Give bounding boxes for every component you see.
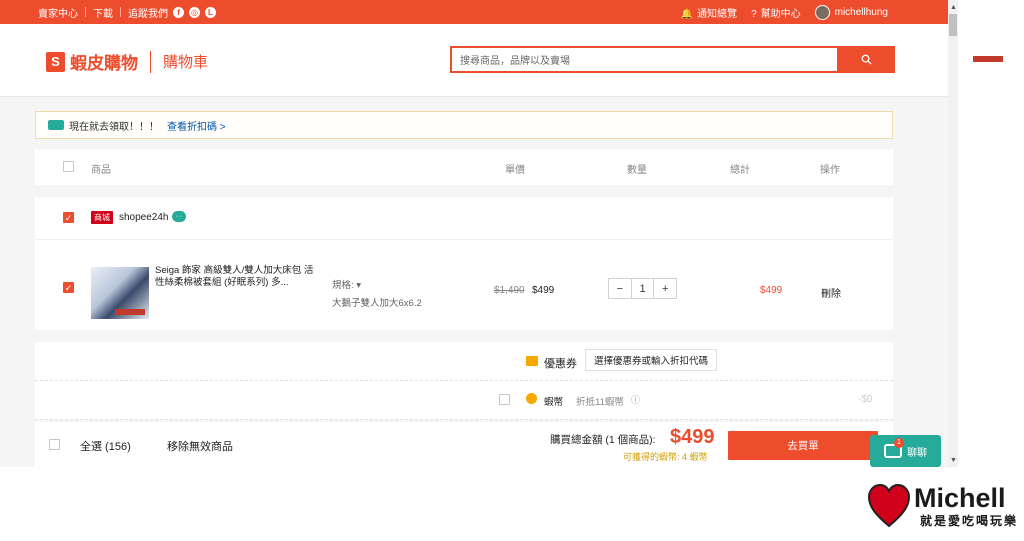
select-all-checkbox-top[interactable] (63, 161, 74, 172)
original-price: $1,490 (494, 285, 525, 296)
product-name[interactable]: Seiga 飾家 高級雙人/雙人加大床包 活性絲柔棉被套組 (好眠系列) 多..… (155, 265, 315, 289)
total-label: 購買總金額 (1 個商品): (550, 434, 656, 446)
line-icon[interactable]: L (205, 6, 216, 18)
divider (120, 7, 121, 17)
item-checkbox[interactable]: ✓ (63, 282, 74, 293)
top-navbar: 賣家中心 下載 追蹤我們 f ◎ L 🔔 通知總覽 ? 幫助中心 michellhu… (0, 0, 948, 24)
brand-name: 蝦皮購物 (70, 54, 138, 73)
avatar (814, 4, 830, 20)
scroll-up-icon[interactable]: ▲ (950, 4, 957, 11)
facebook-icon[interactable]: f (173, 6, 184, 18)
select-all-label[interactable]: 全選 (156) (80, 438, 131, 454)
chevron-down-icon: ▾ (356, 280, 362, 291)
quantity-stepper: − 1 + (608, 278, 677, 299)
variation-selector[interactable]: 規格: ▾ 大鵝子雙人加大6x6.2 (332, 277, 422, 309)
use-coins-checkbox[interactable] (499, 394, 510, 405)
logo[interactable]: S 蝦皮購物 購物車 (46, 49, 208, 74)
voucher-icon (526, 356, 538, 366)
cart-column-header: 商品 單價 數量 總計 操作 (35, 149, 893, 185)
product-image[interactable] (91, 267, 149, 319)
coins-row: 蝦幣 折抵11蝦幣 ⓘ -$0 (35, 381, 893, 420)
chat-badge: 1 (894, 438, 904, 448)
shop-name[interactable]: shopee24h (119, 212, 169, 223)
search-button[interactable] (837, 46, 895, 73)
promo-banner: 現在就去領取！！！ 查看折扣碼 > (35, 111, 893, 139)
watermark-tagline: 就是愛吃喝玩樂 (920, 514, 1019, 528)
unit-price: $499 (532, 285, 555, 296)
item-total: $499 (760, 285, 783, 296)
watermark: Michell 就是愛吃喝玩樂 (868, 484, 1018, 529)
bell-icon: 🔔 (680, 8, 694, 20)
chat-widget[interactable]: 1 聊聊 (870, 435, 941, 467)
help-icon: ? (751, 8, 757, 20)
search-icon (861, 54, 872, 65)
coin-icon (526, 393, 537, 404)
variation-label: 規格: (332, 280, 354, 291)
select-all-checkbox[interactable] (49, 439, 60, 450)
watermark-name: Michell (914, 483, 1006, 513)
shopee-bag-icon: S (46, 51, 65, 72)
checkout-bar: 全選 (156) 移除無效商品 購買總金額 (1 個商品): $499 可獲得的… (35, 422, 893, 467)
remove-invalid-button[interactable]: 移除無效商品 (167, 438, 233, 454)
search-input[interactable] (458, 51, 832, 71)
promo-text: 現在就去領取！！！ (69, 121, 159, 133)
username: michellhung (834, 6, 888, 18)
mall-badge: 商城 (91, 211, 113, 224)
coins-label: 蝦幣 (544, 397, 564, 408)
free-shipping-icon (48, 120, 64, 130)
seller-center-link[interactable]: 賣家中心 (38, 5, 78, 20)
shop-row: ✓ 商城 shopee24h ··· (35, 197, 893, 240)
view-discount-link[interactable]: 查看折扣碼 > (167, 118, 226, 133)
help-label: 幫助中心 (760, 8, 801, 20)
cart-main: 現在就去領取！！！ 查看折扣碼 > 商品 單價 數量 總計 操作 ✓ 商城 sh… (0, 97, 948, 467)
scroll-down-icon[interactable]: ▼ (950, 457, 957, 464)
column-total: 總計 (730, 165, 750, 176)
heart-logo-icon (868, 484, 910, 528)
help-link[interactable]: ? 幫助中心 (751, 5, 801, 20)
coins-amount: -$0 (858, 394, 873, 405)
total-amount: $499 (670, 426, 715, 448)
scroll-thumb[interactable] (949, 14, 1003, 62)
download-link[interactable]: 下載 (93, 5, 113, 20)
coins-earned: 可獲得的蝦幣: 4 蝦幣 (623, 452, 708, 462)
follow-us-label: 追蹤我們 (128, 8, 168, 20)
voucher-label: 優惠券 (544, 358, 577, 370)
divider (150, 50, 151, 73)
shop-chat-icon[interactable]: ··· (172, 211, 186, 222)
page-title: 購物車 (163, 54, 209, 71)
select-voucher-button[interactable]: 選擇優惠券或輸入折扣代碼 (585, 349, 718, 371)
divider (85, 7, 86, 17)
quantity-input[interactable]: 1 (630, 279, 655, 298)
column-quantity: 數量 (627, 165, 647, 176)
chat-label: 聊聊 (907, 447, 927, 459)
coins-note: 折抵11蝦幣 (576, 397, 624, 408)
user-menu[interactable]: michellhung (814, 4, 888, 20)
column-action: 操作 (820, 165, 840, 176)
checkout-button[interactable]: 去買單 (728, 431, 878, 460)
decrease-button[interactable]: − (609, 279, 631, 298)
column-product: 商品 (91, 165, 111, 176)
cart-item: ✓ Seiga 飾家 高級雙人/雙人加大床包 活性絲柔棉被套組 (好眠系列) 多… (35, 240, 893, 330)
voucher-row: 優惠券 選擇優惠券或輸入折扣代碼 (35, 342, 893, 381)
variation-value: 大鵝子雙人加大6x6.2 (332, 298, 422, 309)
column-unit-price: 單價 (505, 165, 525, 176)
header: S 蝦皮購物 購物車 (0, 24, 948, 97)
page-scrollbar[interactable]: ▲ ▼ (948, 0, 1003, 467)
shop-checkbox[interactable]: ✓ (63, 212, 74, 223)
instagram-icon[interactable]: ◎ (189, 6, 200, 18)
notifications-label: 通知總覽 (697, 8, 738, 20)
delete-button[interactable]: 刪除 (821, 285, 841, 300)
search-bar (450, 46, 895, 73)
notifications-link[interactable]: 🔔 通知總覽 (681, 5, 737, 20)
increase-button[interactable]: + (654, 279, 676, 298)
info-icon[interactable]: ⓘ (631, 393, 640, 406)
